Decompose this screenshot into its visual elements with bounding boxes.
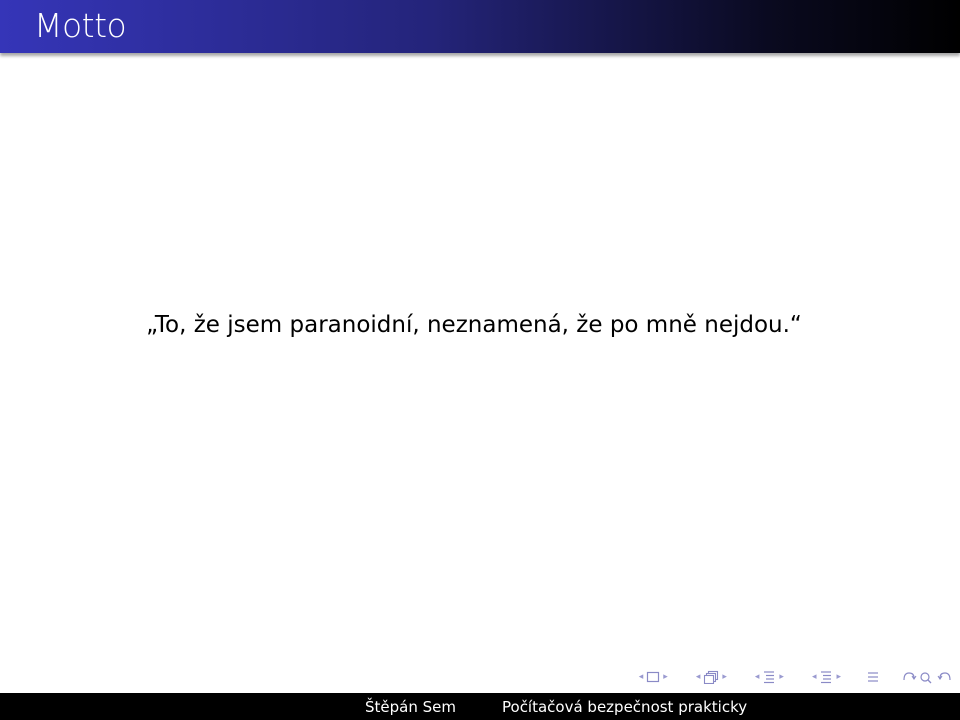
slide-header: Motto [0, 0, 960, 53]
frame-nav[interactable]: ◂ ▸ [693, 670, 730, 684]
slide-title: Motto [34, 6, 127, 45]
prev-slide-icon[interactable]: ◂ [636, 672, 647, 682]
slide-footer: Štěpán Sem Počítačová bezpečnost praktic… [0, 693, 960, 720]
outline-icon[interactable] [866, 670, 880, 684]
section-nav-icon[interactable] [819, 670, 833, 684]
slide-nav[interactable]: ◂ ▸ [636, 671, 671, 683]
next-subsection-icon[interactable]: ▸ [776, 672, 787, 682]
author-name: Štěpán Sem [365, 697, 456, 716]
prev-subsection-icon[interactable]: ◂ [752, 672, 763, 682]
motto-quote-text: „To, že jsem paranoidní, neznamená, že p… [146, 312, 802, 338]
search-nav[interactable] [902, 670, 952, 684]
footer-presentation-title: Počítačová bezpečnost prakticky [480, 693, 960, 720]
slide: Motto „To, že jsem paranoidní, neznamená… [0, 0, 960, 720]
prev-frame-icon[interactable]: ◂ [693, 672, 704, 682]
subsection-nav[interactable]: ◂ ▸ [752, 670, 787, 684]
next-frame-icon[interactable]: ▸ [719, 672, 730, 682]
presentation-title: Počítačová bezpečnost prakticky [502, 697, 748, 716]
outline-nav[interactable] [866, 670, 880, 684]
next-section-icon[interactable]: ▸ [833, 672, 844, 682]
section-nav[interactable]: ◂ ▸ [809, 670, 844, 684]
prev-section-icon[interactable]: ◂ [809, 672, 820, 682]
frame-nav-icon[interactable] [703, 670, 719, 684]
search-zoom-icon[interactable] [902, 670, 952, 684]
next-slide-icon[interactable]: ▸ [660, 672, 671, 682]
motto-quote: „To, že jsem paranoidní, neznamená, že p… [0, 312, 960, 338]
subsection-nav-icon[interactable] [762, 670, 776, 684]
beamer-navigation-bar: ◂ ▸ ◂ ▸ ◂ ▸ ◂ ▸ [614, 670, 952, 684]
slide-nav-icon[interactable] [646, 671, 660, 683]
footer-author: Štěpán Sem [0, 693, 480, 720]
